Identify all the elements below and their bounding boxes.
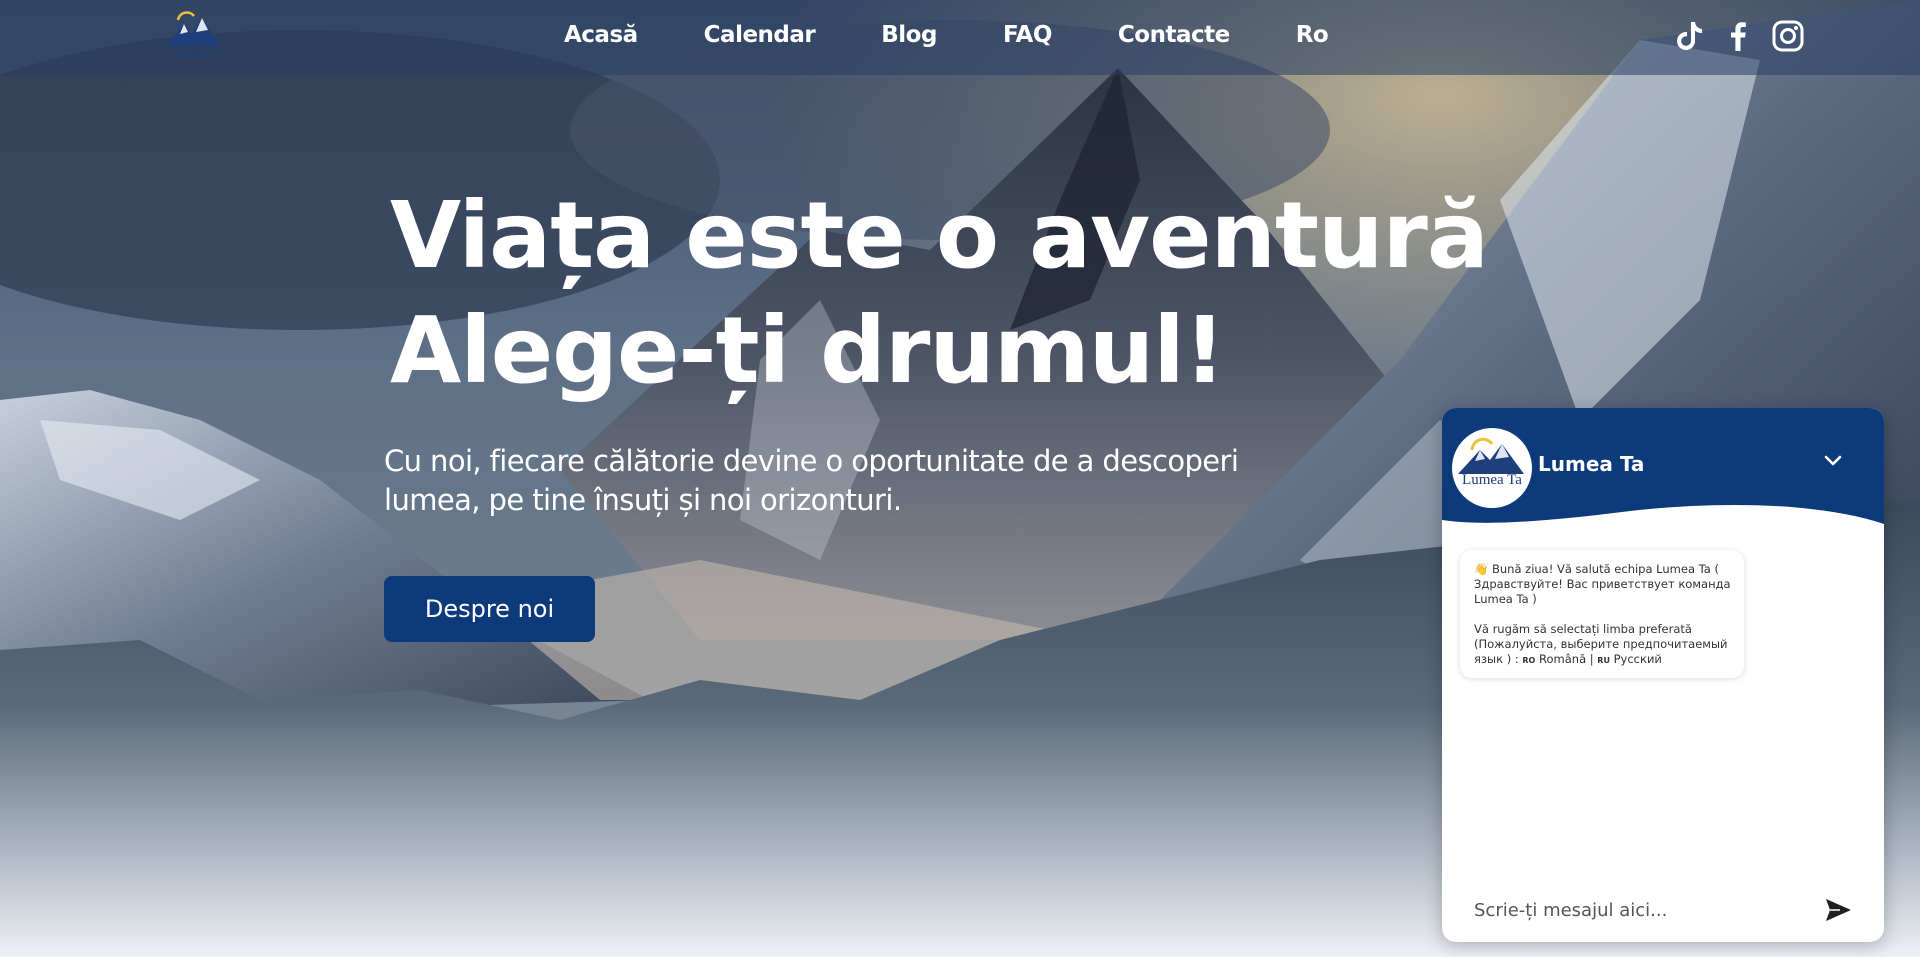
chat-header: Lumea Ta Lumea Ta [1442, 408, 1884, 538]
logo-text: Lumea Ta [175, 46, 223, 60]
ru-flag-icon: RU [1597, 656, 1610, 665]
hero-subtitle-line-2: lumea, pe tine însuți și noi orizonturi. [384, 483, 902, 517]
chat-widget: Lumea Ta Lumea Ta 👋 Bună ziua! Vă salută… [1442, 408, 1884, 942]
nav-item-calendar[interactable]: Calendar [704, 22, 816, 48]
about-us-button[interactable]: Despre noi [384, 576, 595, 642]
chat-input-row [1442, 878, 1884, 942]
ro-flag-icon: RO [1522, 656, 1536, 665]
nav-item-contacte[interactable]: Contacte [1118, 22, 1230, 48]
avatar-text: Lumea Ta [1462, 472, 1522, 488]
chat-language-prompt: Vă rugăm să selectați limba preferată (П… [1474, 622, 1732, 668]
hero-subtitle-line-1: Cu noi, fiecare călătorie devine o oport… [384, 444, 1239, 478]
language-switcher[interactable]: Ro [1296, 22, 1329, 48]
chat-greeting: 👋 Bună ziua! Vă salută echipa Lumea Ta (… [1474, 562, 1732, 607]
chat-avatar: Lumea Ta [1452, 428, 1532, 508]
mountain-logo-icon [166, 11, 220, 46]
chat-message-input[interactable] [1472, 894, 1816, 926]
nav-item-faq[interactable]: FAQ [1003, 22, 1052, 48]
instagram-icon[interactable] [1770, 18, 1806, 54]
tiktok-icon[interactable] [1672, 18, 1708, 54]
hero-subtitle: Cu noi, fiecare călătorie devine o oport… [384, 442, 1344, 520]
facebook-icon[interactable] [1720, 18, 1756, 54]
nav-item-acasa[interactable]: Acasă [564, 22, 638, 48]
hero-title-line-2: Alege-ți drumul! [390, 297, 1226, 404]
language-option-russkiy[interactable]: Русский [1614, 652, 1662, 666]
mountain-logo-icon [1458, 437, 1524, 474]
chevron-down-icon[interactable] [1818, 446, 1848, 476]
hero-title-line-1: Viața este o aventură [390, 182, 1489, 289]
send-icon[interactable] [1822, 894, 1854, 926]
chat-greeting-text: Bună ziua! Vă salută echipa Lumea Ta ( З… [1474, 562, 1731, 606]
main-navigation: Acasă Calendar Blog FAQ Contacte Ro [564, 22, 1329, 48]
nav-item-blog[interactable]: Blog [881, 22, 937, 48]
chat-title: Lumea Ta [1538, 452, 1645, 476]
hero-title: Viața este o aventură Alege-ți drumul! [390, 178, 1489, 408]
wave-emoji: 👋 [1474, 562, 1489, 576]
language-option-romana[interactable]: Română | [1539, 652, 1594, 666]
chat-message-bubble: 👋 Bună ziua! Vă salută echipa Lumea Ta (… [1460, 550, 1744, 678]
site-header: Lumea Ta Acasă Calendar Blog FAQ Contact… [0, 0, 1920, 75]
site-logo[interactable]: Lumea Ta [162, 10, 234, 62]
